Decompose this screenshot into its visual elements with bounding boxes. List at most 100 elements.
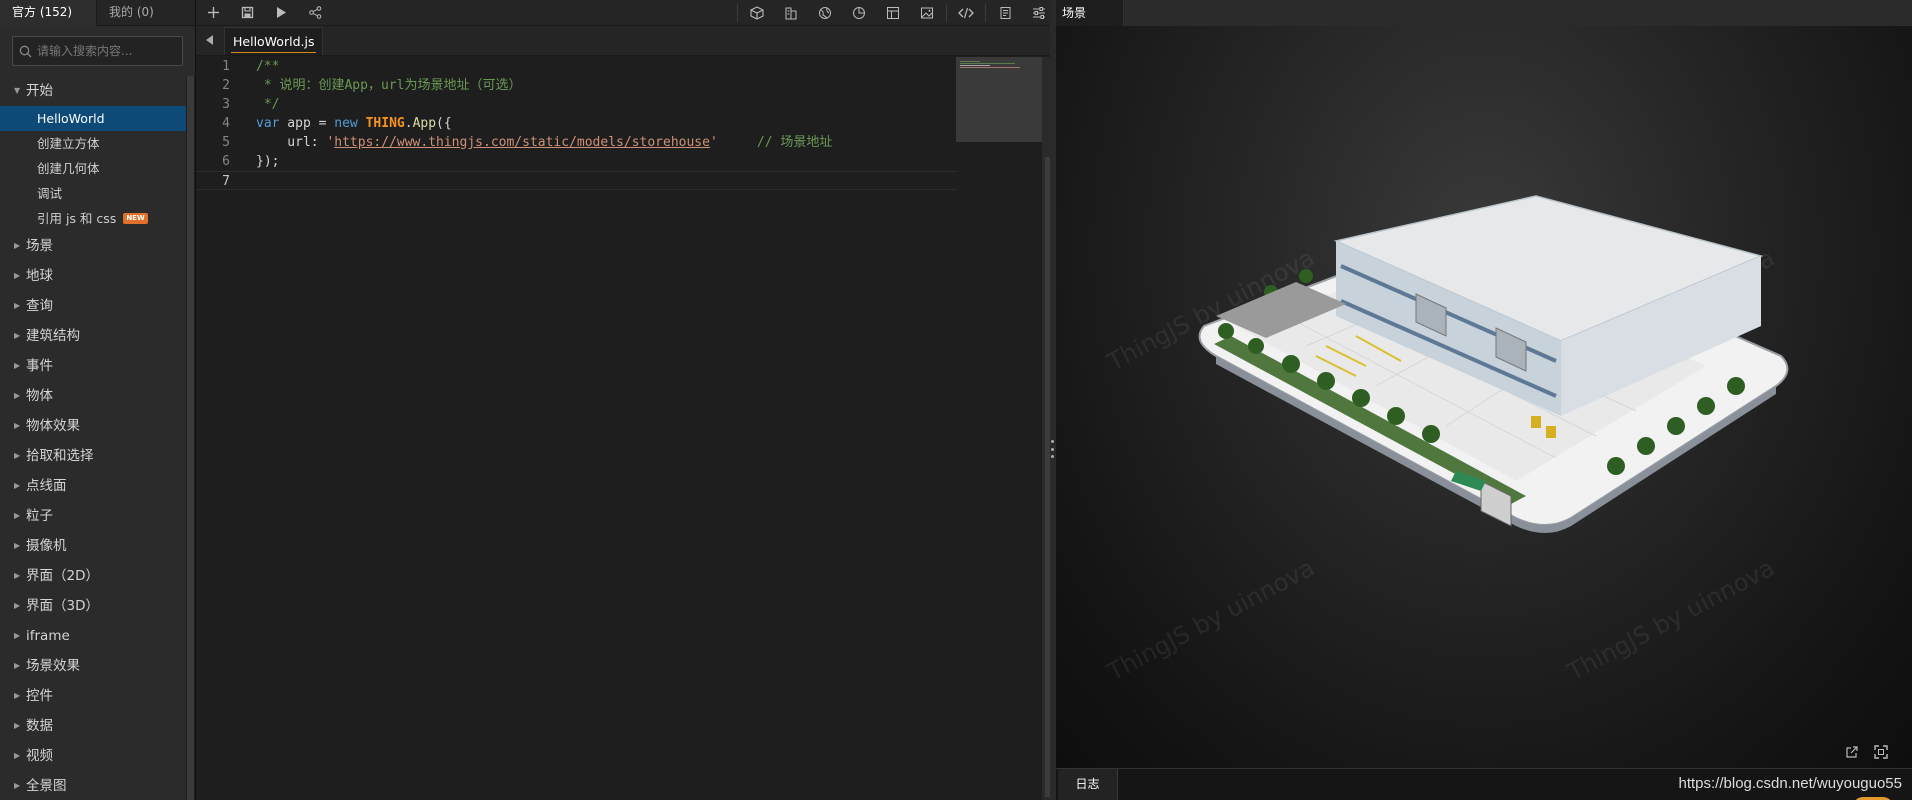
tree-group[interactable]: ▶ 控件 — [0, 681, 187, 711]
docs-button[interactable] — [988, 0, 1022, 26]
fullscreen-button[interactable] — [1870, 741, 1892, 763]
search-input[interactable] — [37, 44, 177, 58]
caret-right-icon: ▶ — [14, 601, 21, 610]
tab-scene[interactable]: 场景 — [1056, 0, 1124, 26]
globe-button[interactable] — [808, 0, 842, 26]
plain-token: url: — [256, 135, 327, 150]
code-line: 3 */ — [196, 95, 957, 114]
search-box[interactable] — [12, 36, 183, 66]
tree-group[interactable]: ▶ 数据 — [0, 711, 187, 741]
tree-group[interactable]: ▶ 全景图 — [0, 771, 187, 800]
tab-official[interactable]: 官方 (152) — [0, 0, 97, 26]
url-link[interactable]: https://www.thingjs.com/static/models/st… — [334, 135, 710, 150]
cube-button[interactable] — [740, 0, 774, 26]
tree-group[interactable]: ▶ 拾取和选择 — [0, 441, 187, 471]
code-area[interactable]: 1 /** 2 * 说明：创建App，url为场景地址（可选） 3 */ 4 var… — [196, 57, 957, 800]
tree-group-label: 地球 — [26, 268, 53, 284]
tree-group[interactable]: ▶ 物体 — [0, 381, 187, 411]
building-button[interactable] — [774, 0, 808, 26]
tree-group[interactable]: ▶ 场景效果 — [0, 651, 187, 681]
function-token: App — [412, 116, 437, 131]
example-tree: ▼ 开始 HelloWorld 创建立方体 创建几何体 调试 引用 js 和 c… — [0, 76, 187, 800]
caret-right-icon: ▶ — [14, 661, 21, 670]
code-editor-panel: HelloWorld.js 1 /** 2 * 说明：创建App，url为场景地址… — [196, 0, 1056, 800]
tree-group[interactable]: ▶ 事件 — [0, 351, 187, 381]
tree-group[interactable]: ▶ 点线面 — [0, 471, 187, 501]
tree-group-label: 视频 — [26, 748, 53, 764]
collapse-sidebar-button[interactable] — [196, 25, 224, 55]
tree-group[interactable]: ▶ 界面（3D） — [0, 591, 187, 621]
tab-log[interactable]: 日志 — [1058, 769, 1118, 800]
code-text: url: 'https://www.thingjs.com/static/mod… — [236, 133, 832, 152]
tree-group[interactable]: ▶ 视频 — [0, 741, 187, 771]
code-text: * 说明：创建App，url为场景地址（可选） — [256, 78, 522, 93]
tree-group-start[interactable]: ▼ 开始 — [0, 76, 187, 106]
new-button[interactable] — [196, 0, 230, 26]
tab-mine[interactable]: 我的 (0) — [97, 0, 166, 26]
tree-group[interactable]: ▶ 界面（2D） — [0, 561, 187, 591]
tree-group-label: iframe — [26, 628, 70, 644]
caret-right-icon: ▶ — [14, 301, 21, 310]
toolbar-divider — [985, 4, 986, 22]
tree-item-helloworld[interactable]: HelloWorld — [0, 106, 187, 131]
minimap-preview — [960, 61, 1020, 71]
plain-token: . — [404, 116, 413, 131]
toolbar-divider — [737, 4, 738, 22]
line-number: 5 — [222, 135, 230, 150]
caret-right-icon: ▶ — [14, 781, 21, 790]
external-link-icon — [1846, 746, 1858, 758]
sidebar: 官方 (152) 我的 (0) ▼ 开始 HelloWorld 创建立方体 创建… — [0, 0, 196, 800]
run-button[interactable] — [264, 0, 298, 26]
tree-item-create-cube[interactable]: 创建立方体 — [0, 131, 187, 156]
tree-group[interactable]: ▶ 物体效果 — [0, 411, 187, 441]
code-line: 4 var app = new THING.App({ — [196, 114, 957, 133]
tree-group-label: 场景 — [26, 238, 53, 254]
toolbar-divider — [946, 4, 947, 22]
tree-group-label: 场景效果 — [26, 658, 80, 674]
code-line: 1 /** — [196, 57, 957, 76]
caret-right-icon: ▶ — [14, 571, 21, 580]
tree-item-include-js-css[interactable]: 引用 js 和 css NEW — [0, 206, 187, 231]
tree-group-label: 拾取和选择 — [26, 448, 94, 464]
caret-right-icon: ▶ — [14, 481, 21, 490]
tree-group[interactable]: ▶ 摄像机 — [0, 531, 187, 561]
save-button[interactable] — [230, 0, 264, 26]
tree-group[interactable]: ▶ iframe — [0, 621, 187, 651]
drag-handle-icon[interactable] — [1051, 440, 1055, 458]
open-external-button[interactable] — [1841, 741, 1863, 763]
tree-group[interactable]: ▶ 粒子 — [0, 501, 187, 531]
search-icon — [19, 45, 32, 57]
triangle-left-icon — [206, 35, 213, 45]
plus-icon — [207, 7, 219, 18]
tree-group[interactable]: ▶ 建筑结构 — [0, 321, 187, 351]
3d-viewport[interactable]: ThingJS by uinnova ThingJS by uinnova Th… — [1056, 26, 1912, 768]
share-button[interactable] — [298, 0, 332, 26]
comment-token: // 场景地址 — [717, 135, 833, 150]
line-number: 7 — [222, 174, 230, 189]
file-tab-helloworld[interactable]: HelloWorld.js — [224, 27, 324, 55]
tree-groups: ▶ 场景 ▶ 地球 ▶ 查询 ▶ 建筑结构 ▶ 事件 ▶ 物体 ▶ 物体效果 ▶ 拾取和选择 ▶ 点线面 ▶ 粒子 ▶ 摄… — [0, 231, 187, 800]
pie-chart-icon — [853, 7, 865, 19]
code-button[interactable] — [949, 0, 983, 26]
sidebar-scrollbar[interactable] — [186, 76, 195, 800]
tree-item-create-geometry[interactable]: 创建几何体 — [0, 156, 187, 181]
code-text: }); — [256, 154, 280, 169]
sidebar-scrollbar-thumb[interactable] — [187, 76, 194, 800]
tree-group[interactable]: ▶ 场景 — [0, 231, 187, 261]
caret-right-icon: ▶ — [14, 451, 21, 460]
image-button[interactable] — [910, 0, 944, 26]
tree-group[interactable]: ▶ 地球 — [0, 261, 187, 291]
fullscreen-icon — [1874, 745, 1888, 759]
save-icon — [241, 6, 253, 19]
pie-chart-button[interactable] — [842, 0, 876, 26]
line-number: 6 — [222, 154, 230, 169]
code-line: 6}); — [196, 152, 957, 171]
code-line-current: 7 — [196, 171, 957, 190]
play-icon — [277, 7, 286, 18]
code-text: var app = new THING.App({ — [236, 114, 452, 133]
tree-item-debug[interactable]: 调试 — [0, 181, 187, 206]
code-minimap[interactable] — [956, 57, 1042, 142]
layout-button[interactable] — [876, 0, 910, 26]
log-bar: 日志 https://blog.csdn.net/wuyouguo55 — [1056, 768, 1912, 800]
tree-group[interactable]: ▶ 查询 — [0, 291, 187, 321]
